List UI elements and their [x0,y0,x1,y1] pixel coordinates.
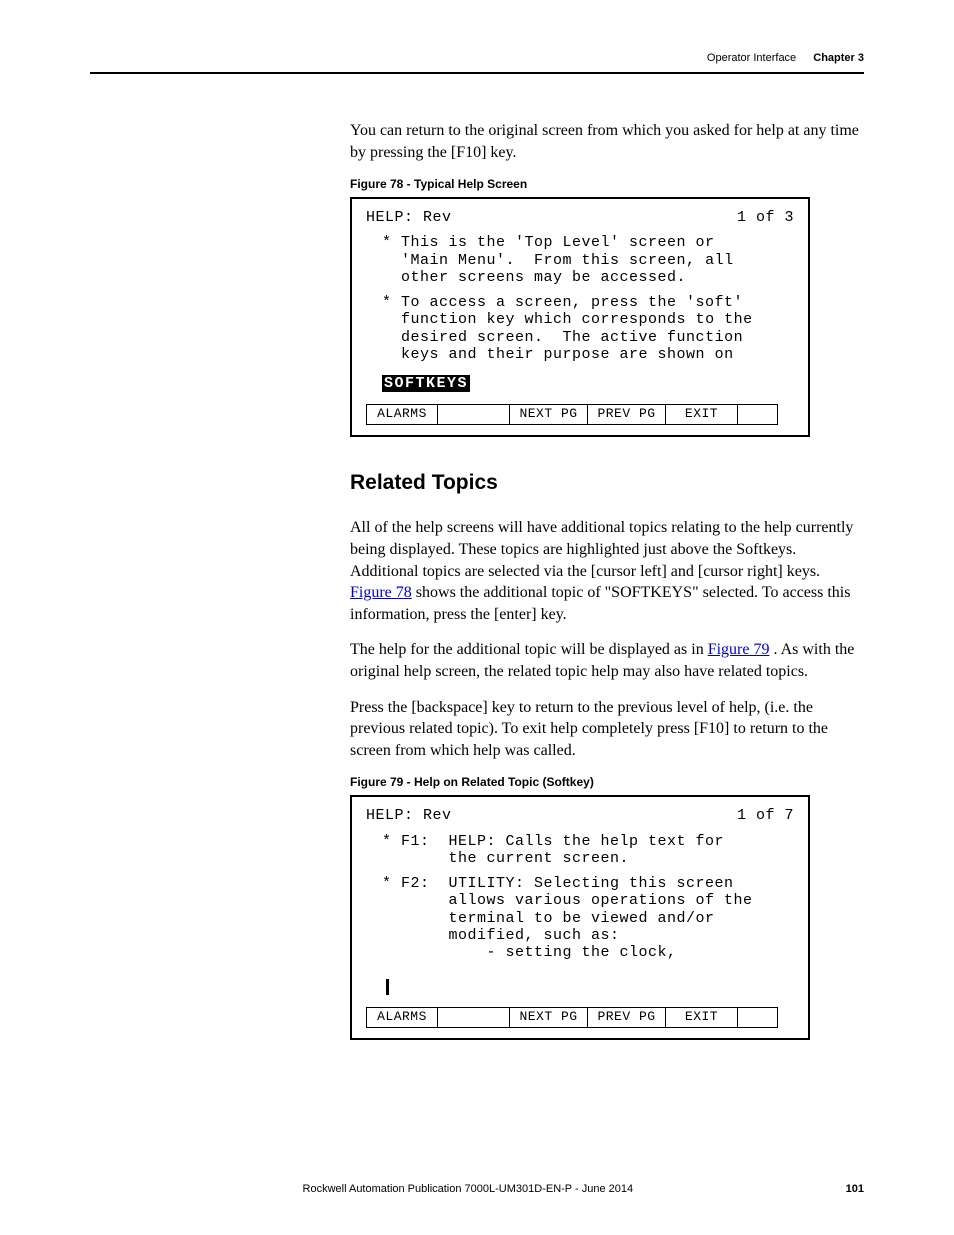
softkey-next-pg: NEXT PG [510,1007,588,1028]
softkey-prev-pg: PREV PG [588,1007,666,1028]
header-section: Operator Interface [707,52,796,64]
terminal-cursor [386,979,389,995]
related-paragraph-2: The help for the additional topic will b… [350,639,864,682]
related-paragraph-3: Press the [backspace] key to return to t… [350,697,864,762]
figure-78-caption: Figure 78 - Typical Help Screen [350,177,864,191]
main-content: You can return to the original screen fr… [350,120,864,1040]
figure-79-terminal: HELP: Rev 1 of 7 * F1: HELP: Calls the h… [350,795,810,1040]
softkey-row: ALARMS NEXT PG PREV PG EXIT [366,1007,794,1028]
figure-79-caption: Figure 79 - Help on Related Topic (Softk… [350,775,864,789]
terminal-page-indicator: 1 of 7 [737,807,794,824]
softkey-blank-2 [738,1007,778,1028]
softkey-blank-2 [738,404,778,425]
related-topics-heading: Related Topics [350,471,864,495]
page-header: Operator Interface Chapter 3 [707,52,864,64]
page-footer: Rockwell Automation Publication 7000L-UM… [90,1183,864,1195]
related-p1-a: All of the help screens will have additi… [350,519,853,579]
terminal-text-f1: * F1: HELP: Calls the help text for the … [382,833,794,868]
figure-78-link[interactable]: Figure 78 [350,584,412,601]
softkeys-highlight: SOFTKEYS [382,375,470,392]
figure-78-terminal: HELP: Rev 1 of 3 * This is the 'Top Leve… [350,197,810,437]
terminal-text-block-2: * To access a screen, press the 'soft' f… [382,294,794,363]
related-p2-a: The help for the additional topic will b… [350,641,708,658]
header-chapter: Chapter 3 [813,52,864,64]
terminal-page-indicator: 1 of 3 [737,209,794,226]
footer-page-number: 101 [846,1183,864,1195]
figure-79-link[interactable]: Figure 79 [708,641,770,658]
related-p1-b: shows the additional topic of "SOFTKEYS"… [350,584,850,623]
header-rule [90,72,864,74]
terminal-title: HELP: Rev [366,209,452,226]
footer-publication: Rockwell Automation Publication 7000L-UM… [303,1183,634,1195]
softkey-next-pg: NEXT PG [510,404,588,425]
terminal-text-f2: * F2: UTILITY: Selecting this screen all… [382,875,794,961]
terminal-text-block-1: * This is the 'Top Level' screen or 'Mai… [382,234,794,286]
softkey-row: ALARMS NEXT PG PREV PG EXIT [366,404,794,425]
softkey-alarms: ALARMS [366,404,438,425]
softkey-blank [438,1007,510,1028]
softkey-prev-pg: PREV PG [588,404,666,425]
softkey-blank [438,404,510,425]
softkey-exit: EXIT [666,1007,738,1028]
related-paragraph-1: All of the help screens will have additi… [350,517,864,625]
terminal-title: HELP: Rev [366,807,452,824]
softkey-alarms: ALARMS [366,1007,438,1028]
intro-paragraph: You can return to the original screen fr… [350,120,864,163]
softkey-exit: EXIT [666,404,738,425]
